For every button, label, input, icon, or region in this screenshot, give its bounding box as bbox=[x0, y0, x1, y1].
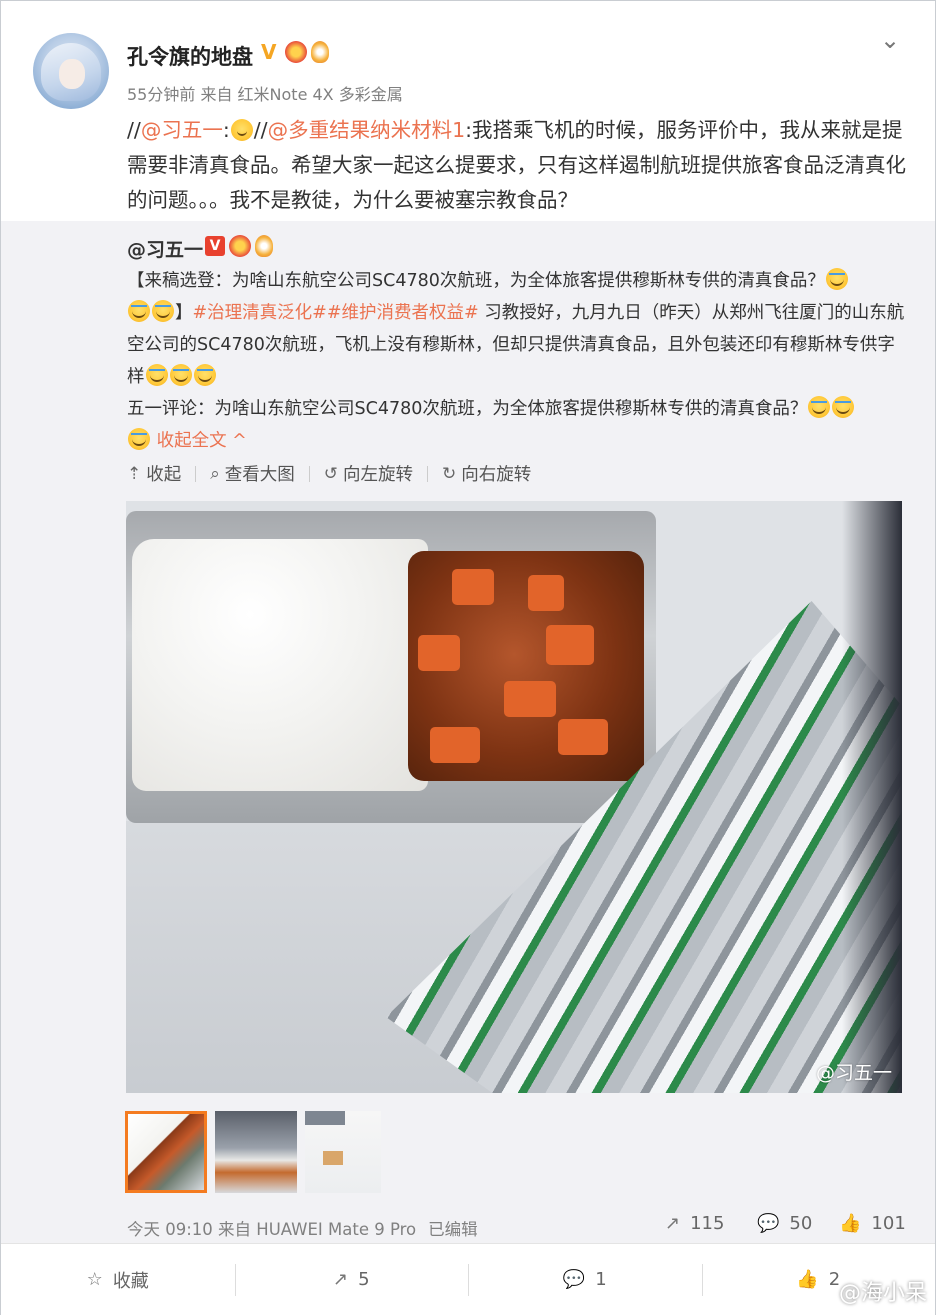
text-prefix: // bbox=[127, 118, 141, 142]
photo-tray bbox=[126, 511, 656, 823]
cry-emoji-icon bbox=[808, 396, 831, 418]
photo-watermark: @习五一 bbox=[815, 1062, 892, 1084]
photo-carrot bbox=[528, 575, 564, 611]
corner-watermark: @海小呆 bbox=[838, 1281, 927, 1306]
thumbnail-3-header bbox=[305, 1111, 345, 1125]
cry-emoji-icon bbox=[128, 428, 150, 450]
thumbnail-3-food bbox=[323, 1151, 343, 1165]
comment-count-button[interactable]: 💬 50 bbox=[757, 1213, 812, 1234]
repost-badges: V bbox=[205, 235, 273, 257]
collapse-label: 收起 bbox=[146, 465, 182, 485]
like-count: 101 bbox=[871, 1213, 906, 1234]
rotate-right-button[interactable]: ↻ 向右旋转 bbox=[442, 461, 531, 486]
balloon-badge-icon[interactable] bbox=[311, 41, 329, 63]
search-icon: ⌕ bbox=[210, 463, 220, 484]
photo-carrot bbox=[504, 681, 556, 717]
divider bbox=[195, 465, 197, 482]
avatar-face bbox=[59, 59, 85, 89]
thumbnail-2[interactable] bbox=[215, 1111, 297, 1193]
avatar[interactable] bbox=[33, 33, 109, 109]
photo-dark-edge bbox=[842, 501, 902, 1093]
repost-text: 【来稿选登：为啥山东航空公司SC4780次航班，为全体旅客提供穆斯林专供的清真食… bbox=[127, 265, 905, 457]
image-toolbar: ⇡ 收起 ⌕ 查看大图 ↺ 向左旋转 ↻ 向右旋转 bbox=[127, 461, 531, 486]
favorite-button[interactable]: ☆ 收藏 bbox=[1, 1244, 235, 1315]
cry-emoji-icon bbox=[152, 300, 174, 322]
repost-count: 115 bbox=[690, 1213, 725, 1234]
comment-count: 50 bbox=[789, 1213, 813, 1234]
comment-button[interactable]: 💬 1 bbox=[468, 1244, 702, 1315]
photo-carrot bbox=[430, 727, 480, 763]
thumbnail-1[interactable] bbox=[125, 1111, 207, 1193]
view-large-label: 查看大图 bbox=[224, 465, 295, 485]
main-photo[interactable]: @习五一 bbox=[126, 501, 902, 1093]
level-badge-icon[interactable] bbox=[255, 235, 273, 257]
photo-curry bbox=[408, 551, 644, 781]
verified-badge-icon[interactable]: V bbox=[261, 42, 281, 62]
photo-carrot bbox=[546, 625, 594, 665]
topic-link[interactable]: #治理清真泛化# bbox=[193, 303, 327, 323]
red-v-badge-icon[interactable]: V bbox=[205, 236, 225, 256]
like-count-button[interactable]: 👍 101 bbox=[839, 1213, 906, 1234]
cry-emoji-icon bbox=[825, 268, 848, 290]
thumbs-up-icon: 👍 bbox=[796, 1269, 819, 1290]
post-meta: 55分钟前 来自 红米Note 4X 多彩金属 bbox=[127, 85, 403, 104]
mention-link[interactable]: @习五一 bbox=[141, 118, 223, 142]
reposted-content: @习五一 V 【来稿选登：为啥山东航空公司SC4780次航班，为全体旅客提供穆斯… bbox=[1, 221, 935, 1243]
repost-text-d: 五一评论：为啥山东航空公司SC4780次航班，为全体旅客提供穆斯林专供的清真食品… bbox=[127, 399, 808, 419]
photo-rice bbox=[132, 539, 428, 791]
post-username[interactable]: 孔令旗的地盘 bbox=[127, 41, 253, 71]
mention-link[interactable]: @多重结果纳米材料1 bbox=[268, 118, 466, 142]
thumbnail-strip bbox=[125, 1111, 381, 1193]
divider bbox=[427, 465, 429, 482]
star-icon: ☆ bbox=[86, 1269, 103, 1290]
rotate-left-icon: ↺ bbox=[323, 463, 339, 484]
comment-icon: 💬 bbox=[562, 1269, 586, 1290]
user-badges: V bbox=[261, 41, 329, 63]
colon: : bbox=[222, 118, 230, 142]
repost-icon: ↗ bbox=[332, 1269, 349, 1290]
mid-separator: // bbox=[253, 118, 268, 142]
cry-emoji-icon bbox=[193, 364, 216, 386]
repost-meta: 今天 09:10 来自 HUAWEI Mate 9 Pro 已编辑 bbox=[127, 1216, 478, 1240]
photo-carrot bbox=[558, 719, 608, 755]
thumbnail-3[interactable] bbox=[305, 1111, 381, 1193]
thumbs-up-icon: 👍 bbox=[839, 1213, 862, 1234]
repost-count: 5 bbox=[358, 1269, 370, 1290]
rotate-right-label: 向右旋转 bbox=[461, 465, 532, 485]
vip-badge-icon[interactable] bbox=[229, 235, 251, 257]
favorite-label: 收藏 bbox=[112, 1270, 149, 1292]
post-text: //@习五一://@多重结果纳米材料1:我搭乘飞机的时候，服务评价中，我从来就是… bbox=[127, 113, 907, 218]
repost-button[interactable]: ↗ 5 bbox=[234, 1244, 469, 1315]
repost-text-a: 【来稿选登：为啥山东航空公司SC4780次航班，为全体旅客提供穆斯林专供的清真食… bbox=[127, 271, 825, 291]
repost-username[interactable]: @习五一 bbox=[127, 235, 203, 262]
rotate-right-icon: ↻ bbox=[442, 463, 457, 484]
divider bbox=[308, 465, 310, 482]
cry-emoji-icon bbox=[128, 300, 150, 322]
cry-emoji-icon bbox=[832, 396, 855, 418]
weibo-post-card: 孔令旗的地盘 V 55分钟前 来自 红米Note 4X 多彩金属 ⌄ //@习五… bbox=[0, 0, 936, 1315]
vip-badge-icon[interactable] bbox=[285, 41, 307, 63]
rotate-left-label: 向左旋转 bbox=[343, 465, 414, 485]
comment-count: 1 bbox=[595, 1269, 607, 1290]
cry-emoji-icon bbox=[169, 364, 192, 386]
cry-emoji-icon bbox=[145, 364, 168, 386]
rotate-left-button[interactable]: ↺ 向左旋转 bbox=[324, 461, 413, 486]
repost-text-b: 】 bbox=[175, 303, 193, 323]
photo-carrot bbox=[418, 635, 460, 671]
arrow-up-icon: ⇡ bbox=[127, 463, 142, 484]
topic-link[interactable]: #维护消费者权益# bbox=[327, 303, 479, 323]
smile-emoji-icon bbox=[230, 119, 253, 141]
collapse-full-text-link[interactable]: 收起全文 ^ bbox=[157, 431, 247, 451]
comment-icon: 💬 bbox=[757, 1213, 780, 1234]
photo-carrot bbox=[452, 569, 494, 605]
collapse-button[interactable]: ⇡ 收起 bbox=[127, 461, 181, 486]
chevron-down-icon[interactable]: ⌄ bbox=[877, 27, 903, 53]
repost-time[interactable]: 今天 09:10 来自 HUAWEI Mate 9 Pro bbox=[127, 1220, 416, 1239]
view-large-button[interactable]: ⌕ 查看大图 bbox=[210, 461, 295, 486]
repost-icon: ↗ bbox=[665, 1213, 681, 1234]
action-bar: ☆ 收藏 ↗ 5 💬 1 👍 2 @海小呆 bbox=[1, 1243, 935, 1315]
repost-count-button[interactable]: ↗ 115 bbox=[665, 1213, 724, 1234]
edited-label: 已编辑 bbox=[428, 1220, 478, 1239]
